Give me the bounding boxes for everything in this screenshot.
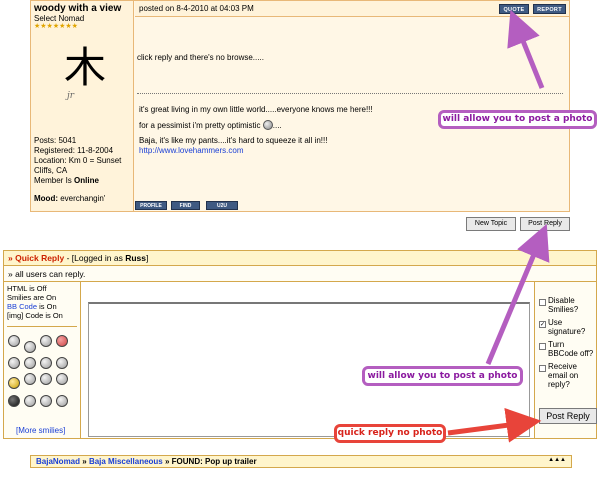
breadcrumb-separator: »	[164, 457, 170, 466]
author-panel: woody with a view Select Nomad ★★★★★★★ 木…	[31, 1, 134, 211]
html-status: HTML is Off	[7, 284, 47, 293]
annotation-callout-top: will allow you to post a photo	[438, 110, 597, 129]
find-button[interactable]: FIND	[171, 201, 200, 210]
quick-reply-options: Disable Smilies? ✓ Use signature? Turn BB…	[534, 282, 597, 438]
smilies-status: Smilies are On	[7, 293, 57, 302]
angry-smiley-icon[interactable]	[56, 335, 68, 347]
breadcrumb-forum[interactable]: Baja Miscellaneous	[89, 457, 163, 466]
smiley-icon[interactable]	[24, 341, 36, 353]
quick-reply-title: » Quick Reply	[8, 253, 65, 263]
bbcode-link[interactable]: BB Code	[7, 302, 37, 311]
option-disable-smilies[interactable]: Disable Smilies?	[539, 296, 596, 314]
smiley-icon[interactable]	[56, 357, 68, 369]
quick-reply-subheader: » all users can reply.	[4, 266, 596, 282]
quick-reply-submit-button[interactable]: Post Reply	[539, 408, 597, 424]
annotation-callout-bottom: quick reply no photo	[334, 424, 446, 443]
option-receive-email[interactable]: Receive email on reply?	[539, 362, 596, 389]
quick-reply-editor	[81, 282, 534, 438]
post-count: Posts: 5041	[34, 136, 77, 145]
signature-divider	[137, 93, 563, 94]
breadcrumb: BajaNomad » Baja Miscellaneous » FOUND: …	[30, 455, 572, 468]
rank-stars: ★★★★★★★	[34, 23, 78, 30]
option-turn-bbcode-off[interactable]: Turn BBCode off?	[539, 340, 596, 358]
smiley-icon[interactable]	[8, 335, 20, 347]
smiley-icon[interactable]	[24, 395, 36, 407]
more-smilies-link[interactable]: [More smilies]	[16, 426, 65, 435]
author-stats: Posts: 5041 Registered: 11-8-2004 Locati…	[34, 136, 132, 186]
avatar: 木 jr	[59, 45, 111, 123]
smiley-icon[interactable]	[56, 395, 68, 407]
smiley-icon[interactable]	[40, 335, 52, 347]
option-label: Disable Smilies?	[548, 296, 579, 314]
logged-in-user[interactable]: Russ	[125, 253, 146, 263]
quote-button[interactable]: QUOTE	[499, 4, 529, 14]
author-location: Location: Km 0 = Sunset Cliffs, CA	[34, 156, 122, 175]
new-topic-button[interactable]: New Topic	[466, 217, 516, 231]
author-title: Select Nomad	[34, 14, 85, 23]
post-signature: it's great living in my own little world…	[139, 105, 373, 156]
smiley-icon[interactable]	[56, 373, 68, 385]
mood-value: everchangin'	[60, 194, 106, 203]
option-label: Turn BBCode off?	[548, 340, 594, 358]
smiley-icon[interactable]	[40, 395, 52, 407]
bbcode-status: BB Code is On	[7, 302, 77, 311]
smiley-icon[interactable]	[40, 373, 52, 385]
avatar-signature: jr	[67, 91, 75, 101]
signature-link[interactable]: http://www.lovehammers.com	[139, 146, 373, 156]
smiley-icon[interactable]	[40, 357, 52, 369]
option-label: Receive email on reply?	[548, 362, 579, 389]
signature-line: it's great living in my own little world…	[139, 105, 373, 114]
post-body: click reply and there's no browse.....	[137, 53, 264, 62]
annotation-callout-middle: will allow you to post a photo	[362, 366, 523, 386]
logged-in-prefix: - [Logged in as	[64, 253, 126, 263]
nav-arrows-icon[interactable]: ▲▲▲	[548, 457, 566, 463]
mood-label: Mood:	[34, 194, 58, 203]
logged-in-suffix: ]	[145, 253, 149, 263]
receive-email-checkbox[interactable]	[539, 365, 546, 372]
post-header: posted on 8-4-2010 at 04:03 PM QUOTE REP…	[135, 1, 569, 17]
avatar-glyph: 木	[63, 43, 106, 92]
post-timestamp: posted on 8-4-2010 at 04:03 PM	[139, 4, 254, 13]
option-label: Use signature?	[548, 318, 586, 336]
breadcrumb-current: FOUND: Pop up trailer	[171, 457, 257, 466]
idea-smiley-icon[interactable]	[8, 377, 20, 389]
smiley-icon[interactable]	[24, 357, 36, 369]
bbcode-status-text: is On	[37, 302, 57, 311]
quick-reply-header: » Quick Reply - [Logged in as Russ]	[4, 251, 596, 266]
profile-button[interactable]: PROFILE	[135, 201, 167, 210]
img-status: [img] Code is On	[7, 311, 63, 320]
signature-line: Baja, it's like my pants....it's hard to…	[139, 136, 328, 145]
cool-smiley-icon[interactable]	[8, 395, 20, 407]
member-status: Member Is Online	[34, 176, 132, 186]
author-name[interactable]: woody with a view	[34, 3, 130, 14]
registered-date: Registered: 11-8-2004	[34, 146, 114, 155]
quick-reply-panel: » Quick Reply - [Logged in as Russ] » al…	[3, 250, 597, 439]
online-status: Online	[74, 176, 99, 185]
signature-text-end: ....	[272, 121, 282, 130]
use-signature-checkbox[interactable]: ✓	[539, 321, 546, 328]
disable-smilies-checkbox[interactable]	[539, 299, 546, 306]
smiley-icon[interactable]	[8, 357, 20, 369]
smiley-icon	[262, 120, 273, 130]
author-mood: Mood: everchangin'	[34, 194, 105, 203]
report-button[interactable]: REPORT	[533, 4, 566, 14]
breadcrumb-separator: »	[82, 457, 87, 466]
member-status-label: Member Is	[34, 176, 72, 185]
bbcode-off-checkbox[interactable]	[539, 343, 546, 350]
post-reply-button[interactable]: Post Reply	[520, 217, 570, 231]
smiley-icon[interactable]	[24, 373, 36, 385]
u2u-button[interactable]: U2U	[206, 201, 238, 210]
signature-line: for a pessimist i'm pretty optimistic ..…	[139, 120, 373, 131]
sidebar-divider	[7, 326, 77, 327]
forum-post: woody with a view Select Nomad ★★★★★★★ 木…	[30, 0, 570, 212]
option-use-signature[interactable]: ✓ Use signature?	[539, 318, 596, 336]
breadcrumb-home[interactable]: BajaNomad	[36, 457, 80, 466]
signature-text: for a pessimist i'm pretty optimistic	[139, 121, 261, 130]
quick-reply-sidebar: HTML is Off Smilies are On BB Code is On…	[4, 282, 81, 438]
